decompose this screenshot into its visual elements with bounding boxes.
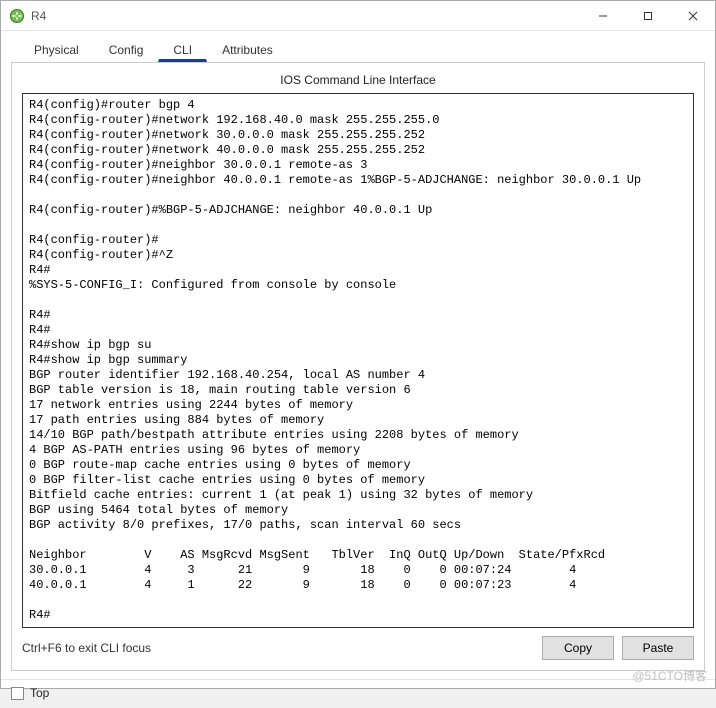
minimize-button[interactable] (580, 1, 625, 30)
tab-attributes[interactable]: Attributes (207, 36, 288, 62)
close-button[interactable] (670, 1, 715, 30)
watermark: @51CTO博客 (632, 667, 707, 684)
cli-hint: Ctrl+F6 to exit CLI focus (22, 641, 534, 655)
paste-button[interactable]: Paste (622, 636, 694, 660)
app-window: R4 Physical Config CLI Attributes IOS Co… (0, 0, 716, 689)
maximize-button[interactable] (625, 1, 670, 30)
tab-cli[interactable]: CLI (158, 36, 207, 62)
cli-terminal[interactable]: R4(config)#router bgp 4 R4(config-router… (22, 93, 694, 628)
bottom-bar: Top (1, 679, 715, 708)
copy-button[interactable]: Copy (542, 636, 614, 660)
tab-physical[interactable]: Physical (19, 36, 94, 62)
titlebar: R4 (1, 1, 715, 31)
panel-footer: Ctrl+F6 to exit CLI focus Copy Paste (22, 628, 694, 660)
router-icon (9, 8, 25, 24)
top-checkbox[interactable] (11, 687, 24, 700)
window-title: R4 (31, 9, 46, 23)
content: Physical Config CLI Attributes IOS Comma… (1, 31, 715, 679)
cli-output[interactable]: R4(config)#router bgp 4 R4(config-router… (29, 98, 687, 623)
tab-bar: Physical Config CLI Attributes (11, 37, 705, 63)
cli-panel: IOS Command Line Interface R4(config)#ro… (11, 63, 705, 671)
top-checkbox-label: Top (30, 686, 49, 700)
panel-title: IOS Command Line Interface (22, 71, 694, 93)
tab-config[interactable]: Config (94, 36, 159, 62)
